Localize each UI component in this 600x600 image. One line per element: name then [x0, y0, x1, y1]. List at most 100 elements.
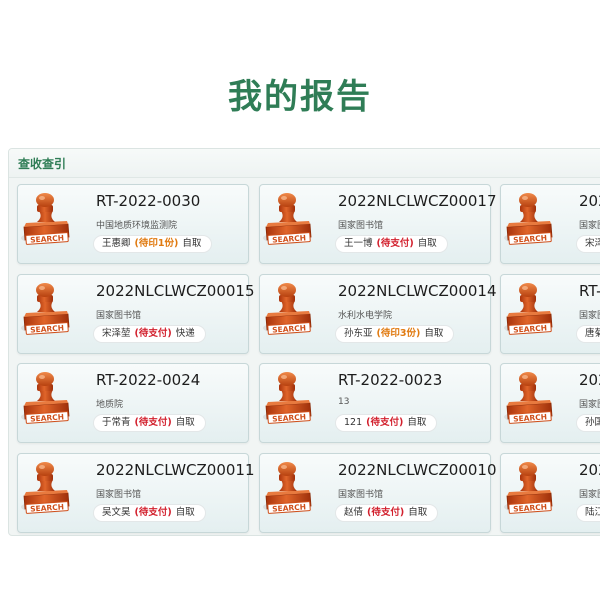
- stamp-text: SEARCH: [272, 412, 306, 423]
- report-id: RT-2022-0030: [96, 192, 201, 210]
- report-organization: 国家图书馆: [338, 221, 384, 231]
- report-id: 2022NLCLWCZ00017: [338, 192, 497, 210]
- search-stamp-icon: SEARCH: [504, 462, 553, 514]
- requester-name: 吴文昊: [102, 507, 131, 518]
- search-stamp-icon: SEARCH: [263, 283, 312, 335]
- stamp-text: SEARCH: [272, 502, 306, 513]
- search-stamp-icon: SEARCH: [504, 372, 553, 424]
- report-status-pill: 孙国: [576, 414, 600, 432]
- status-badge: (待支付): [134, 328, 172, 339]
- search-stamp-icon: SEARCH: [21, 462, 70, 514]
- search-stamp-icon: SEARCH: [21, 193, 70, 245]
- stamp-text: SEARCH: [30, 412, 64, 423]
- report-status-pill: 王惠卿 (待印1份) 自取: [93, 235, 213, 253]
- delivery-method: 自取: [182, 238, 202, 249]
- report-card[interactable]: SEARCH 2022 国家图书 宋泽: [500, 184, 600, 264]
- report-status-pill: 于常青 (待支付) 自取: [93, 414, 206, 432]
- panel-title: 查收查引: [9, 149, 600, 178]
- status-badge: (待印3份): [376, 328, 421, 339]
- report-organization: 中国地质环境监测院: [96, 221, 178, 231]
- delivery-method: 自取: [407, 417, 427, 428]
- requester-name: 宋泽堃: [102, 328, 131, 339]
- requester-name: 孙东亚: [344, 328, 373, 339]
- report-id: RT-2022-0024: [96, 371, 201, 389]
- page-title: 我的报告: [228, 77, 372, 117]
- search-stamp-icon: SEARCH: [263, 372, 312, 424]
- report-card[interactable]: SEARCH 2022NLCLWCZ00015 国家图书馆 宋泽堃 (待支付) …: [17, 274, 255, 354]
- report-id: RT-2: [579, 282, 600, 300]
- report-organization: 地质院: [96, 400, 124, 410]
- report-id: RT-2022-0023: [338, 371, 443, 389]
- report-card[interactable]: SEARCH 2022 国家图书 陆江: [500, 453, 600, 533]
- status-badge: (待支付): [376, 238, 414, 249]
- stamp-text: SEARCH: [272, 323, 306, 334]
- requester-name: 唐菊: [585, 328, 600, 339]
- delivery-method: 自取: [175, 417, 195, 428]
- delivery-method: 自取: [417, 238, 437, 249]
- report-organization: 国家图书: [579, 490, 600, 500]
- report-card[interactable]: SEARCH 2022NLCLWCZ00017 国家图书馆 王一博 (待支付) …: [259, 184, 497, 264]
- report-organization: 国家图书: [579, 311, 600, 321]
- requester-name: 赵倩: [344, 507, 364, 518]
- stamp-text: SEARCH: [30, 502, 64, 513]
- report-id: 2022NLCLWCZ00015: [96, 282, 255, 300]
- report-card[interactable]: SEARCH 2022NLCLWCZ00010 国家图书馆 赵倩 (待支付) 自…: [259, 453, 497, 533]
- status-badge: (待支付): [134, 417, 172, 428]
- delivery-method: 快递: [175, 328, 195, 339]
- search-stamp-icon: SEARCH: [504, 283, 553, 335]
- stamp-text: SEARCH: [513, 233, 547, 244]
- report-id: 2022NLCLWCZ00010: [338, 461, 497, 479]
- delivery-method: 自取: [175, 507, 195, 518]
- report-id: 2022NLCLWCZ00011: [96, 461, 255, 479]
- report-organization: 水利水电学院: [338, 311, 393, 321]
- report-status-pill: 王一博 (待支付) 自取: [335, 235, 448, 253]
- report-organization: 国家图书馆: [96, 311, 142, 321]
- report-organization: 国家图书馆: [338, 490, 384, 500]
- search-stamp-icon: SEARCH: [21, 372, 70, 424]
- stamp-text: SEARCH: [513, 412, 547, 423]
- requester-name: 陆江: [585, 507, 600, 518]
- report-id: 2022: [579, 461, 600, 479]
- report-status-pill: 宋泽: [576, 235, 600, 253]
- status-badge: (待印1份): [134, 238, 179, 249]
- search-stamp-icon: SEARCH: [21, 283, 70, 335]
- report-card[interactable]: SEARCH RT-2 国家图书 唐菊: [500, 274, 600, 354]
- report-card[interactable]: SEARCH 2022NLCLWCZ00011 国家图书馆 吴文昊 (待支付) …: [17, 453, 255, 533]
- report-status-pill: 唐菊: [576, 325, 600, 343]
- stamp-text: SEARCH: [30, 233, 64, 244]
- report-organization: 国家图书馆: [96, 490, 142, 500]
- status-badge: (待支付): [366, 417, 404, 428]
- report-organization: 13: [338, 397, 350, 407]
- stamp-text: SEARCH: [513, 502, 547, 513]
- delivery-method: 自取: [424, 328, 444, 339]
- report-id: 2022NLCLWCZ00014: [338, 282, 497, 300]
- stamp-text: SEARCH: [513, 323, 547, 334]
- search-stamp-icon: SEARCH: [504, 193, 553, 245]
- report-id: 2022: [579, 192, 600, 210]
- report-card[interactable]: SEARCH RT-2022-0024 地质院 于常青 (待支付) 自取: [17, 363, 249, 443]
- requester-name: 宋泽: [585, 238, 600, 249]
- requester-name: 王一博: [344, 238, 373, 249]
- search-stamp-icon: SEARCH: [263, 462, 312, 514]
- report-card[interactable]: SEARCH RT-2022-0030 中国地质环境监测院 王惠卿 (待印1份)…: [17, 184, 249, 264]
- report-card[interactable]: SEARCH 2022NLCLWCZ00014 水利水电学院 孙东亚 (待印3份…: [259, 274, 497, 354]
- report-status-pill: 孙东亚 (待印3份) 自取: [335, 325, 455, 343]
- requester-name: 王惠卿: [102, 238, 131, 249]
- report-status-pill: 121 (待支付) 自取: [335, 414, 438, 432]
- stamp-text: SEARCH: [30, 323, 64, 334]
- report-status-pill: 赵倩 (待支付) 自取: [335, 504, 439, 522]
- status-badge: (待支付): [134, 507, 172, 518]
- report-status-pill: 宋泽堃 (待支付) 快递: [93, 325, 206, 343]
- report-card[interactable]: SEARCH 2022 国家图书 孙国: [500, 363, 600, 443]
- report-organization: 国家图书: [579, 221, 600, 231]
- requester-name: 于常青: [102, 417, 131, 428]
- report-organization: 国家图书: [579, 400, 600, 410]
- report-status-pill: 吴文昊 (待支付) 自取: [93, 504, 206, 522]
- report-status-pill: 陆江: [576, 504, 600, 522]
- requester-name: 孙国: [585, 417, 600, 428]
- search-stamp-icon: SEARCH: [263, 193, 312, 245]
- report-card[interactable]: SEARCH RT-2022-0023 13 121 (待支付) 自取: [259, 363, 491, 443]
- report-id: 2022: [579, 371, 600, 389]
- stamp-text: SEARCH: [272, 233, 306, 244]
- report-panel: 查收查引 SEARCH RT-2022-0030 中国地质环境监测院 王惠卿 (…: [8, 148, 600, 536]
